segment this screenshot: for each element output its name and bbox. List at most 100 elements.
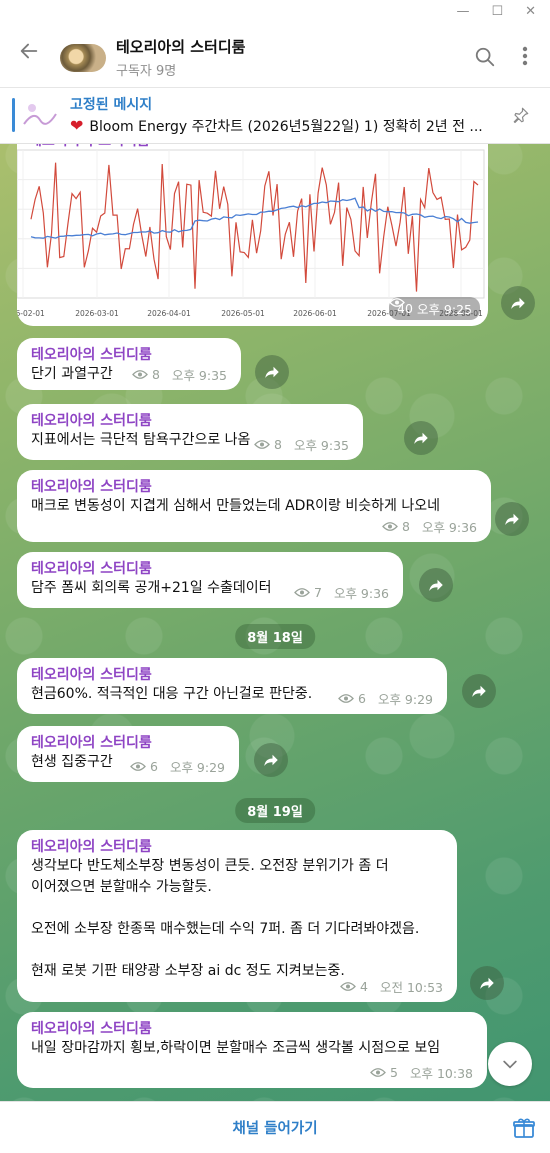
view-count: 8 [152,367,160,382]
view-count: 7 [314,585,322,600]
message-meta: 5 오후 10:38 [370,1063,473,1082]
subscriber-count: 구독자 9명 [116,64,177,79]
message-bubble[interactable]: 테오리아의 스터디룸내일 장마감까지 횡보,하락이면 분할매수 조금씩 생각볼 … [17,1012,487,1088]
maximize-button[interactable]: ☐ [491,4,503,19]
message-meta: 8 오후 9:35 [254,435,349,454]
message-bubble[interactable]: 테오리아의 스터디룸 지표에서는 극단적 탐욕구간으로 나옴 8 오후 9:35 [17,404,363,460]
message-meta: 7 오후 9:36 [294,583,389,602]
pinned-thumbnail [20,96,60,132]
share-button[interactable] [404,421,438,455]
message-time: 오후 9:29 [377,692,433,707]
share-arrow-icon [264,754,278,766]
back-arrow-icon[interactable] [18,40,44,66]
message-sender: 테오리아의 스터디룸 [31,839,152,855]
x-tick-label: 2026-04-01 [147,309,191,318]
message-time: 오후 9:35 [293,438,349,453]
message-sender: 테오리아의 스터디룸 [31,667,152,683]
share-button[interactable] [462,674,496,708]
message-bubble[interactable]: 테오리아의 스터디룸매크로 변동성이 지겹게 심해서 만들었는데 ADR이랑 비… [17,470,491,542]
message-sender: 테오리아의 스터디룸 [31,735,152,751]
channel-title[interactable]: 테오리아의 스터디룸 [116,36,245,57]
message-text: 내일 장마감까지 횡보,하락이면 분할매수 조금씩 생각볼 시점으로 보임 [31,1040,441,1056]
share-arrow-icon [429,579,443,591]
share-button[interactable] [254,743,288,777]
views-icon [340,982,356,991]
message-time: 오후 9:35 [171,368,227,383]
view-count: 4 [360,979,368,994]
share-arrow-icon [511,297,525,309]
join-channel-button[interactable]: 채널 들어가기 [0,1117,550,1138]
view-count: 6 [150,759,158,774]
pinned-indicator [12,98,15,132]
message-bubble[interactable]: 테오리아의 스터디룸 담주 폼씨 회의록 공개+21일 수출데이터 7 오후 9:36 [17,552,403,608]
message-sender: 테오리아의 스터디룸 [31,561,152,577]
message-time: 오후 9:29 [169,760,225,775]
x-tick-label: 2026-06-01 [293,309,337,318]
views-icon [382,522,398,531]
chat-header: — ☐ ✕ 테오리아의 스터디룸 구독자 9명 [0,0,550,88]
views-icon [370,1068,386,1077]
message-bubble[interactable]: 테오리아의 스터디룸생각보다 반도체소부장 변동성이 큰듯. 오전장 분위기가 … [17,830,457,1002]
views-icon [132,370,148,379]
message-bubble[interactable]: 테오리아의 스터디룸 현금60%. 적극적인 대응 구간 아닌걸로 판단중. 6 오후… [17,658,447,714]
share-arrow-icon [414,432,428,444]
pinned-message-bar[interactable]: 고정된 메시지 ❤ Bloom Energy 주간차트 (2026년5월22일) … [0,88,550,144]
pinned-preview: ❤ Bloom Energy 주간차트 (2026년5월22일) 1) 정확히 2… [70,116,490,136]
message-meta: 6 오후 9:29 [338,689,433,708]
message-time: 오전 10:53 [380,980,443,995]
share-button[interactable] [255,355,289,389]
gift-icon[interactable] [512,1116,536,1140]
view-count: 5 [390,1065,398,1080]
date-separator: 8월 18일 [235,624,315,649]
views-icon [130,762,146,771]
share-button[interactable] [501,286,535,320]
search-icon[interactable] [474,46,496,68]
view-count: 6 [358,691,366,706]
message-text: 매크로 변동성이 지겹게 심해서 만들었는데 ADR이랑 비슷하게 나오네 [31,498,440,514]
message-sender: 테오리아의 스터디룸 [31,1021,152,1037]
footer-bar: 채널 들어가기 [0,1101,550,1153]
share-button[interactable] [470,966,504,1000]
message-meta: 4 오전 10:53 [340,977,443,996]
pin-icon[interactable] [512,106,530,124]
chart-message[interactable]: 2026-02-01 2026-03-01 2026-04-01 2026-05-01… [17,130,488,326]
close-button[interactable]: ✕ [525,4,536,19]
message-time: 오후 9:25 [416,302,472,317]
message-meta: 8 오후 9:35 [132,365,227,384]
message-meta: 8 오후 9:36 [382,517,477,536]
message-sender: 테오리아의 스터디룸 [31,479,152,495]
message-bubble[interactable]: 테오리아의 스터디룸 현생 집중구간 6 오후 9:29 [17,726,239,782]
window-controls: — ☐ ✕ [456,4,536,19]
views-icon [294,588,310,597]
pinned-preview-text: Bloom Energy 주간차트 (2026년5월22일) 1) 정확히 2년… [89,119,483,135]
x-tick-label: 2026-03-01 [75,309,119,318]
views-icon [389,298,405,307]
views-icon [254,440,270,449]
share-button[interactable] [419,568,453,602]
chart-plot-area [17,149,485,299]
minimize-button[interactable]: — [456,4,469,19]
share-arrow-icon [480,977,494,989]
message-time: 오후 9:36 [333,586,389,601]
more-options-icon[interactable] [520,44,530,68]
x-tick-label: 2026-05-01 [221,309,265,318]
heart-icon: ❤ [70,116,84,135]
message-sender: 테오리아의 스터디룸 [31,347,152,363]
views-icon [338,694,354,703]
message-meta: 40 오후 9:25 [389,297,480,320]
share-arrow-icon [472,685,486,697]
pinned-label: 고정된 메시지 [70,97,153,113]
view-count: 8 [402,519,410,534]
channel-avatar[interactable] [60,44,106,72]
share-button[interactable] [495,502,529,536]
share-arrow-icon [505,513,519,525]
view-count: 8 [274,437,282,452]
message-time: 오후 9:36 [421,520,477,535]
scroll-to-bottom-button[interactable] [488,1042,532,1086]
chevron-down-icon [503,1060,517,1069]
message-meta: 6 오후 9:29 [130,757,225,776]
message-bubble[interactable]: 테오리아의 스터디룸 단기 과열구간 8 오후 9:35 [17,338,241,390]
x-tick-label: 2026-02-01 [17,309,45,318]
message-text: 생각보다 반도체소부장 변동성이 큰듯. 오전장 분위기가 좀 더 이어졌으면 … [31,858,420,979]
date-separator: 8월 19일 [235,798,315,823]
